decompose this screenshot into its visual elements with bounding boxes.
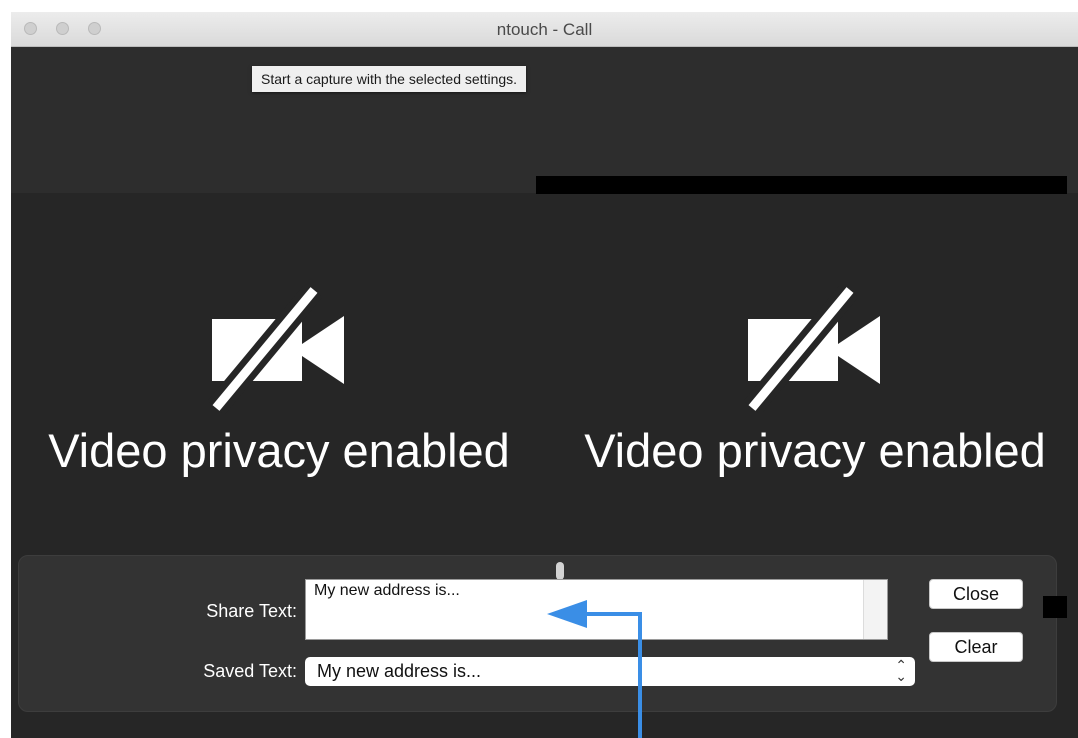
share-text-label: Share Text: — [206, 601, 297, 621]
close-button[interactable]: Close — [929, 579, 1023, 609]
share-text-value: My new address is... — [314, 582, 460, 599]
local-video-pane: Video privacy enabled — [11, 286, 547, 478]
share-text-scrollbar[interactable] — [863, 580, 887, 639]
video-edge-strip — [1043, 596, 1067, 618]
annotation-arrow-shaft — [638, 612, 642, 738]
chevron-updown-icon: ⌃ ⌄ — [895, 657, 907, 684]
annotation-arrow-head — [547, 600, 587, 628]
saved-text-value: My new address is... — [317, 661, 482, 681]
window-title: ntouch - Call — [496, 20, 593, 39]
toolbar-area — [11, 47, 1078, 193]
saved-text-label: Saved Text: — [203, 661, 297, 681]
saved-text-select[interactable]: My new address is... ⌃ ⌄ — [305, 657, 915, 686]
video-divider-bar — [536, 176, 1067, 194]
remote-video-pane: Video privacy enabled — [547, 286, 1078, 478]
video-off-icon — [207, 286, 344, 414]
video-privacy-label: Video privacy enabled — [584, 424, 1046, 477]
share-text-input[interactable]: My new address is... — [305, 579, 888, 640]
video-off-icon — [743, 286, 880, 414]
capture-tooltip: Start a capture with the selected settin… — [252, 66, 527, 92]
annotation-arrow-shaft-horizontal — [584, 612, 642, 616]
panel-resize-handle[interactable] — [556, 562, 564, 580]
clear-button[interactable]: Clear — [929, 632, 1023, 662]
video-privacy-label: Video privacy enabled — [48, 424, 510, 477]
title-bar: ntouch - Call — [11, 12, 1078, 47]
